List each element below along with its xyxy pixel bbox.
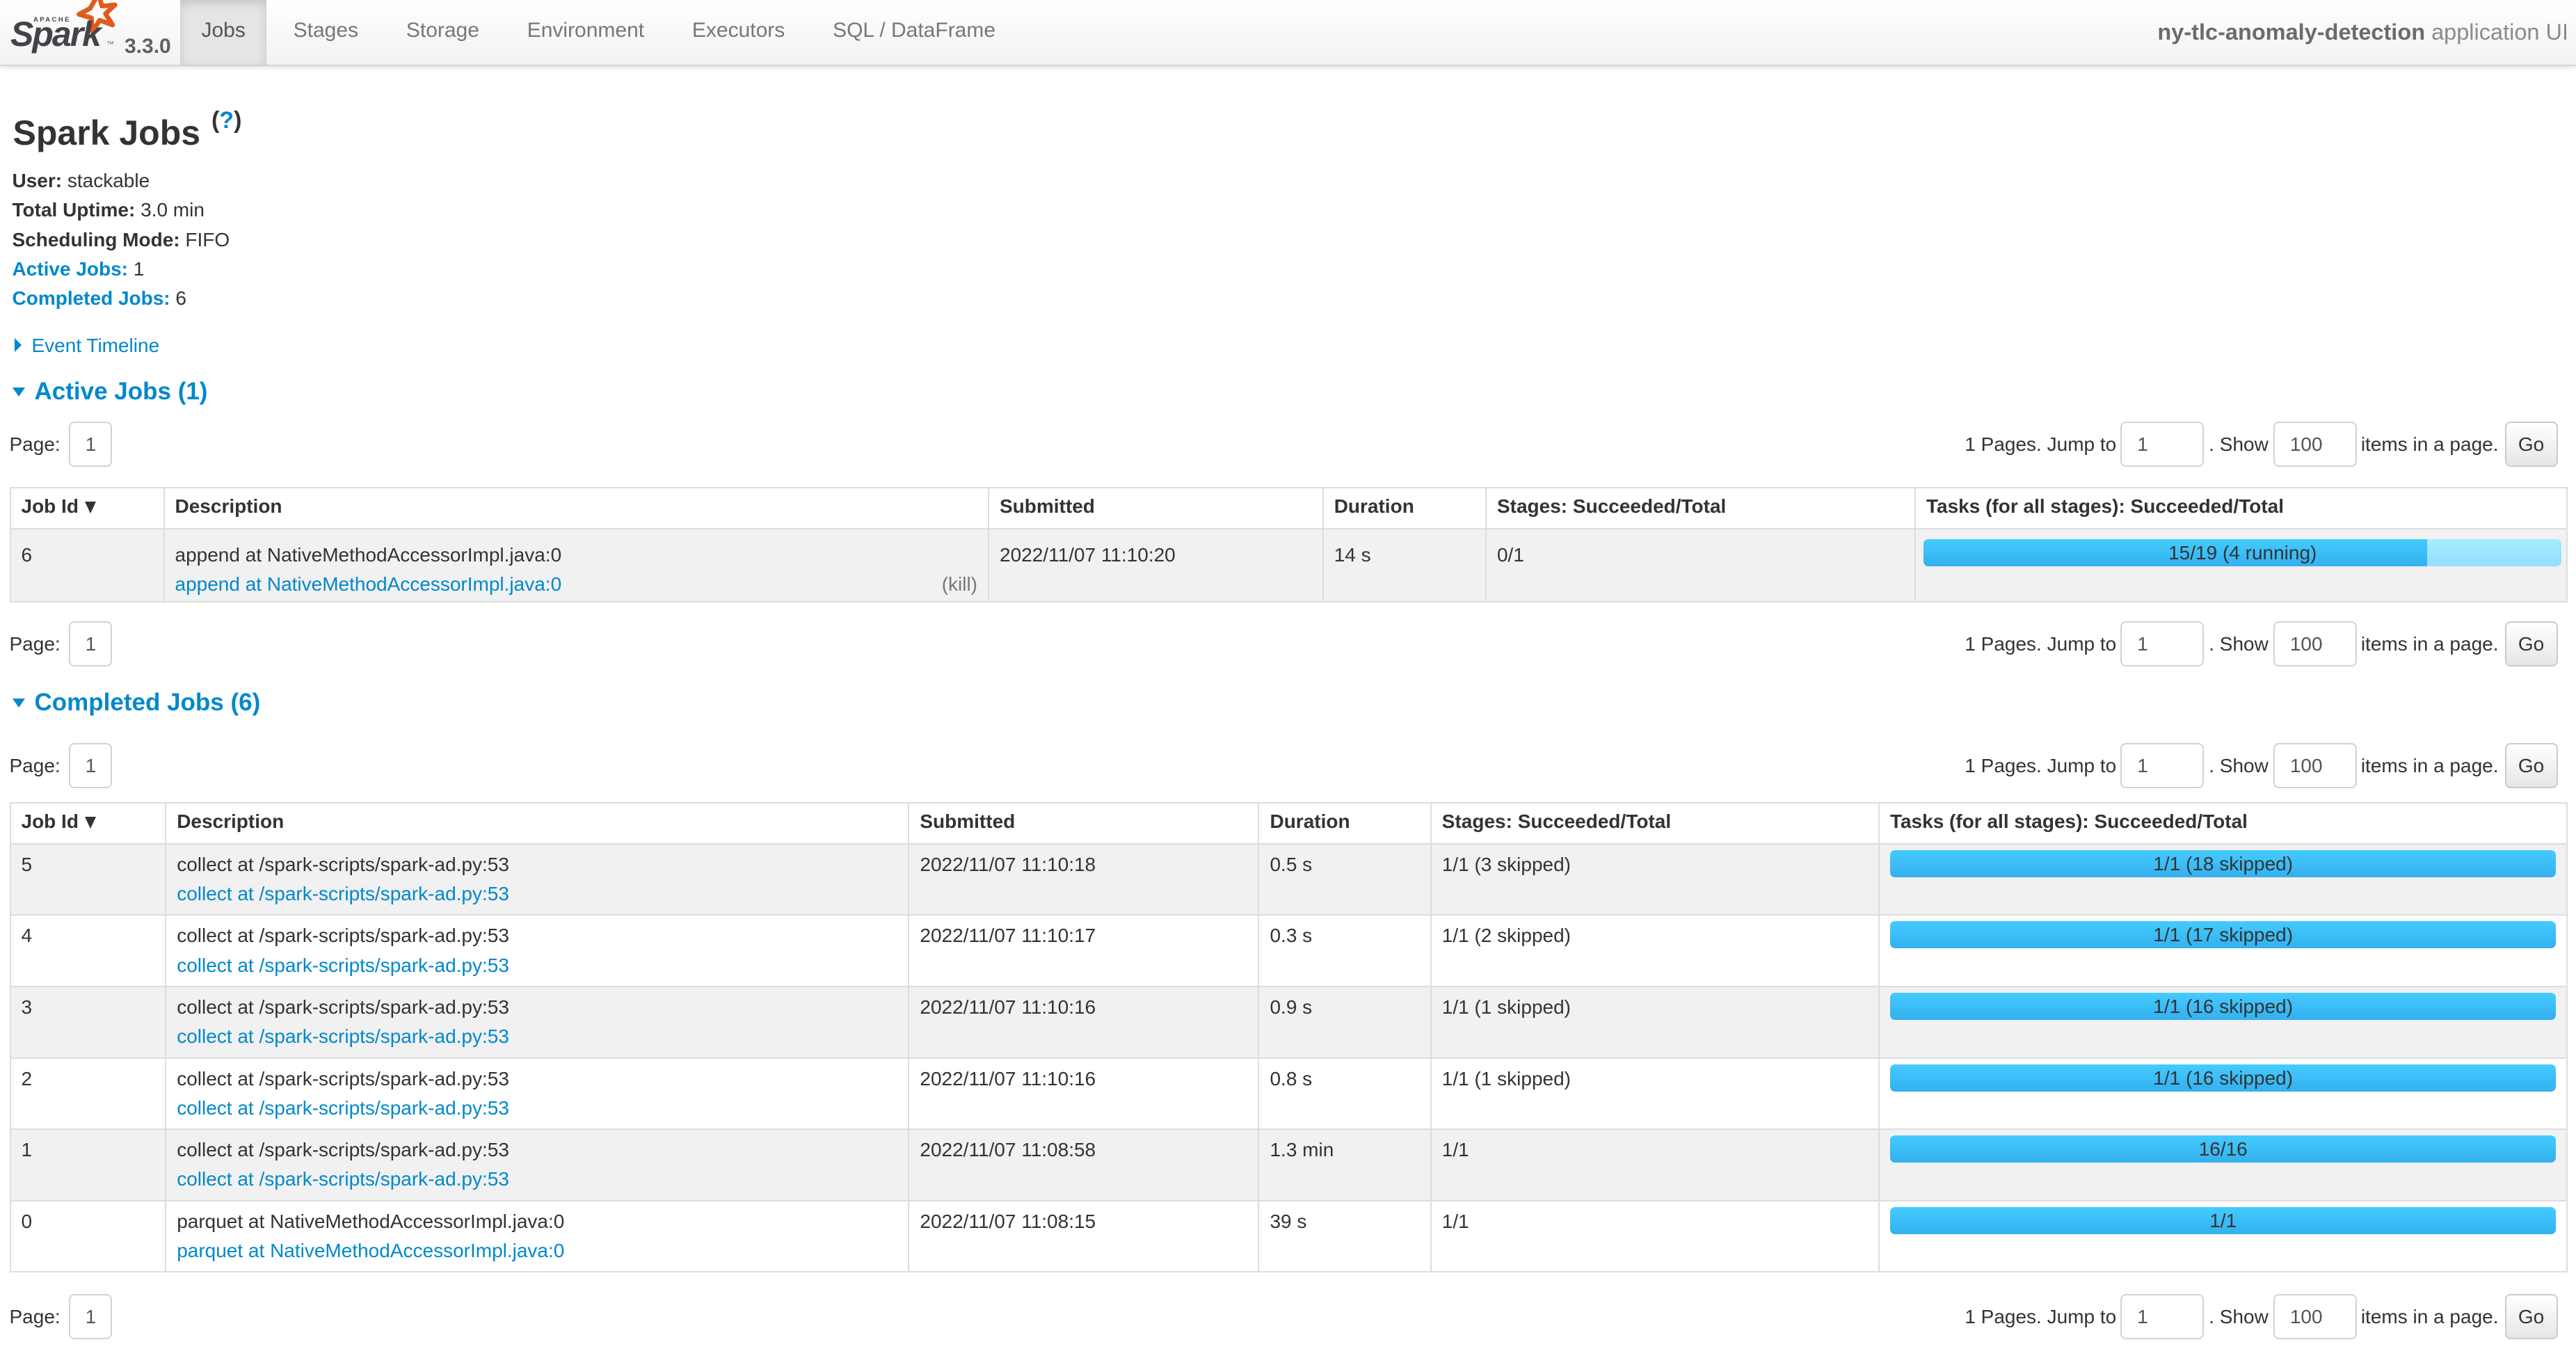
svg-text:™: ™	[106, 40, 114, 49]
svg-text:Spark: Spark	[10, 15, 103, 54]
